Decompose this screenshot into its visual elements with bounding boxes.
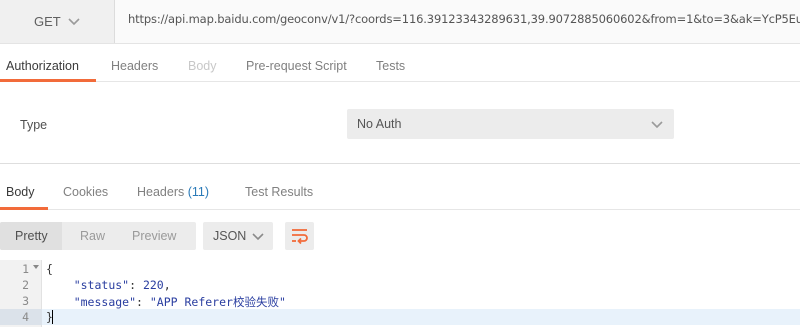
tab-test-results[interactable]: Test Results	[245, 185, 313, 199]
raw-button[interactable]: Raw	[80, 229, 105, 243]
line-number: 2	[22, 278, 29, 292]
code-line: 2 "status": 220,	[0, 277, 800, 293]
response-headers-label: Headers	[137, 185, 185, 199]
line-number: 3	[22, 294, 29, 308]
url-input[interactable]: https://api.map.baidu.com/geoconv/v1/?co…	[128, 12, 800, 26]
tab-cookies[interactable]: Cookies	[63, 185, 108, 199]
tab-response-headers[interactable]: Headers (11)	[137, 185, 209, 199]
chevron-down-icon	[252, 233, 264, 241]
status-key: "status"	[73, 278, 130, 292]
chevron-down-icon	[68, 18, 80, 26]
text-cursor	[52, 310, 53, 324]
code-line-current: 4 }	[0, 309, 800, 325]
json-open-brace: {	[46, 262, 53, 276]
tab-authorization[interactable]: Authorization	[6, 59, 79, 73]
tab-pre-request-script[interactable]: Pre-request Script	[246, 59, 347, 73]
status-value: 220	[142, 278, 164, 292]
wrap-lines-icon	[292, 229, 308, 245]
language-select[interactable]: JSON	[203, 222, 273, 250]
chevron-down-icon	[651, 121, 663, 129]
line-number: 1	[22, 262, 29, 276]
tab-response-body[interactable]: Body	[6, 185, 35, 199]
code-line: 1 {	[0, 261, 800, 277]
tab-tests[interactable]: Tests	[376, 59, 405, 73]
url-bar: GET https://api.map.baidu.com/geoconv/v1…	[0, 0, 800, 44]
response-headers-count: (11)	[187, 185, 210, 199]
view-mode-group: Pretty Raw Preview	[0, 222, 196, 250]
preview-button[interactable]: Preview	[132, 229, 176, 243]
request-tabs: Authorization Headers Body Pre-request S…	[0, 44, 800, 82]
format-toolbar: Pretty Raw Preview JSON	[0, 210, 800, 260]
fold-toggle-icon[interactable]	[33, 265, 39, 269]
tab-body[interactable]: Body	[188, 59, 217, 73]
status-entry: "status": 220,	[73, 278, 171, 292]
type-label: Type	[20, 118, 48, 132]
tab-headers[interactable]: Headers	[111, 59, 158, 73]
method-label: GET	[34, 14, 61, 29]
message-key: "message"	[73, 295, 137, 309]
response-tabs: Body Cookies Headers (11) Test Results	[0, 164, 800, 210]
wrap-lines-button[interactable]	[285, 222, 314, 250]
auth-type-select[interactable]: No Auth	[347, 109, 674, 139]
response-body-editor[interactable]: 1 { 2 "status": 220, 3 "message": "APP R…	[0, 260, 800, 327]
message-value: "APP Referer校验失败"	[149, 295, 286, 309]
pretty-button[interactable]: Pretty	[15, 229, 48, 243]
message-entry: "message": "APP Referer校验失败"	[73, 295, 286, 309]
language-value: JSON	[213, 229, 247, 243]
line-number: 4	[22, 310, 29, 324]
method-select[interactable]: GET	[0, 0, 115, 43]
code-line: 3 "message": "APP Referer校验失败"	[0, 293, 800, 309]
auth-type-value: No Auth	[357, 117, 402, 131]
authorization-panel: Type No Auth	[0, 82, 800, 164]
